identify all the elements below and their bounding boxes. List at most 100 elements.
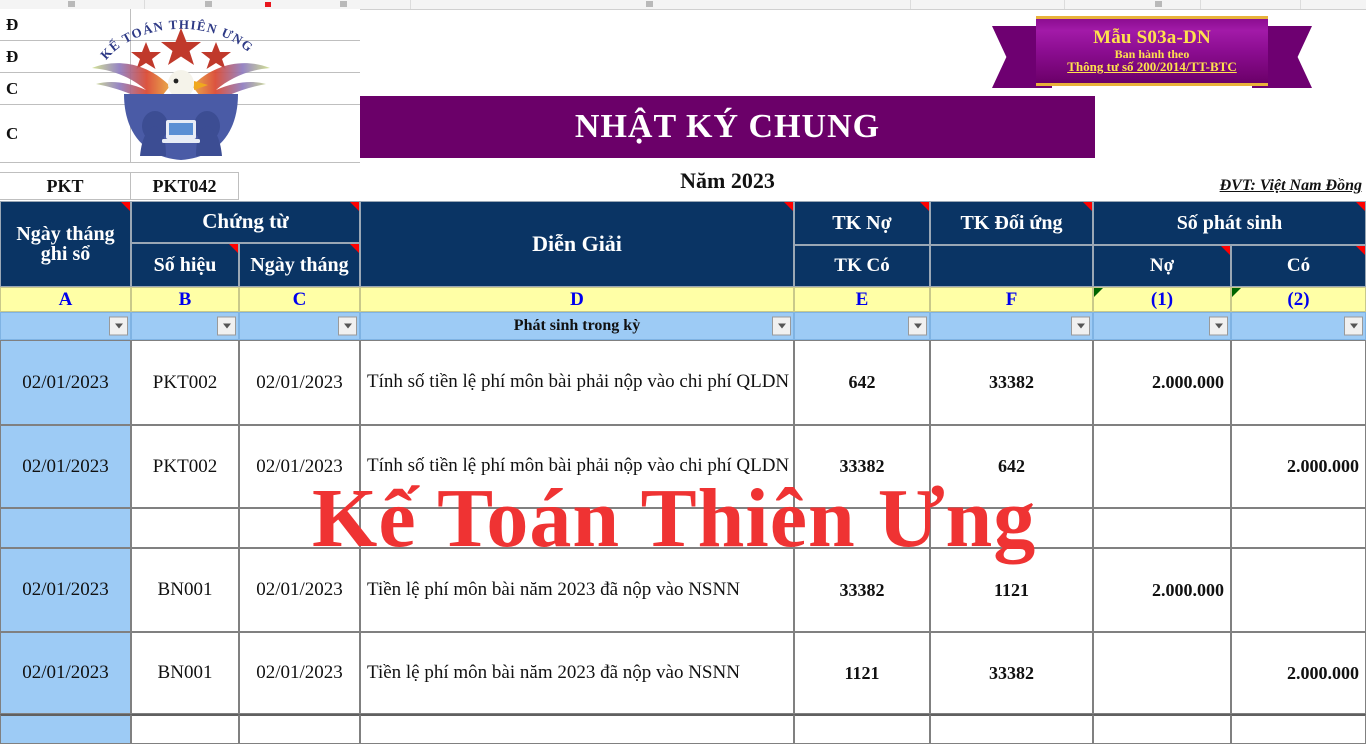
cell-description: Tính số tiền lệ phí môn bài phải nộp vào… <box>367 455 790 477</box>
table-row[interactable]: Tính số tiền lệ phí môn bài phải nộp vào… <box>360 340 794 425</box>
table-row[interactable] <box>239 714 360 744</box>
filter-cell-f[interactable] <box>930 312 1093 340</box>
column-code-c: C <box>239 287 360 312</box>
th-tk-no: TK Nợ <box>794 201 930 245</box>
table-row[interactable] <box>794 714 930 744</box>
column-code-2-label: (2) <box>1287 288 1310 310</box>
filter-cell-c[interactable] <box>239 312 360 340</box>
comment-marker-icon <box>265 2 271 7</box>
filter-dropdown-icon[interactable] <box>772 316 791 336</box>
table-row[interactable]: 02/01/2023 <box>239 340 360 425</box>
table-row[interactable]: 02/01/2023 <box>239 425 360 508</box>
cell-voucher-no: BN001 <box>157 579 213 600</box>
table-row[interactable]: 2.000.000 <box>1231 632 1366 714</box>
comment-marker-icon <box>1083 202 1092 211</box>
table-row[interactable]: 1121 <box>794 632 930 714</box>
table-row[interactable]: PKT002 <box>131 340 239 425</box>
table-row[interactable]: 02/01/2023 <box>239 632 360 714</box>
table-row[interactable] <box>360 508 794 548</box>
table-row[interactable]: Tiền lệ phí môn bài năm 2023 đã nộp vào … <box>360 632 794 714</box>
table-row[interactable]: 2.000.000 <box>1093 548 1231 632</box>
cell-voucher-no: PKT002 <box>152 371 218 393</box>
table-row[interactable]: 2.000.000 <box>1231 425 1366 508</box>
th-voucher-group: Chứng từ <box>131 201 360 243</box>
page-title: NHẬT KÝ CHUNG <box>574 108 881 145</box>
table-row[interactable]: BN001 <box>131 548 239 632</box>
filter-dropdown-icon[interactable] <box>1344 316 1363 336</box>
table-row[interactable] <box>1093 425 1231 508</box>
table-row[interactable] <box>1231 508 1366 548</box>
table-row[interactable]: BN001 <box>131 632 239 714</box>
cell-tk-doi-ung: 33382 <box>989 662 1034 683</box>
table-row[interactable]: 33382 <box>794 548 930 632</box>
th-voucher-no-label: Số hiệu <box>153 253 217 276</box>
table-row[interactable] <box>131 508 239 548</box>
filter-dropdown-icon[interactable] <box>1071 316 1090 336</box>
formula-marker-icon <box>1094 288 1103 297</box>
table-row[interactable]: 02/01/2023 <box>239 548 360 632</box>
th-date-recorded-label: Ngày tháng ghi sổ <box>16 222 115 265</box>
cell-description: Tính số tiền lệ phí môn bài phải nộp vào… <box>367 371 790 393</box>
table-row[interactable]: Tiền lệ phí môn bài năm 2023 đã nộp vào … <box>360 548 794 632</box>
filter-cell-a[interactable] <box>0 312 131 340</box>
th-voucher-date-label: Ngày tháng <box>250 253 349 276</box>
th-voucher-group-label: Chứng từ <box>202 209 289 234</box>
filter-dropdown-icon[interactable] <box>338 316 357 336</box>
table-row[interactable]: PKT002 <box>131 425 239 508</box>
column-code-f-label: F <box>1005 288 1018 310</box>
table-row[interactable]: 33382 <box>930 632 1093 714</box>
cell-tk-no: 33382 <box>839 579 885 600</box>
period-activity-label: Phát sinh trong kỳ <box>513 317 641 334</box>
filter-dropdown-icon[interactable] <box>109 316 128 336</box>
table-row[interactable] <box>1231 714 1366 744</box>
column-code-a: A <box>0 287 131 312</box>
table-row[interactable]: 02/01/2023 <box>0 632 131 714</box>
filter-dropdown-icon[interactable] <box>908 316 927 336</box>
filter-dropdown-icon[interactable] <box>1209 316 1228 336</box>
filter-cell-credit[interactable] <box>1231 312 1366 340</box>
cell-credit: 2.000.000 <box>1287 662 1359 683</box>
table-row[interactable] <box>131 714 239 744</box>
table-row[interactable] <box>794 508 930 548</box>
table-row[interactable]: Tính số tiền lệ phí môn bài phải nộp vào… <box>360 425 794 508</box>
table-row[interactable]: 02/01/2023 <box>0 425 131 508</box>
table-row[interactable]: 02/01/2023 <box>0 340 131 425</box>
spreadsheet-sheet: Đ Đ C C PKT PKT042 KẾ TOÁN THIÊN ƯNG Mẫu… <box>0 0 1366 744</box>
cell-voucher-date: 02/01/2023 <box>256 371 343 393</box>
table-row[interactable]: 02/01/2023 <box>0 548 131 632</box>
table-row[interactable] <box>930 508 1093 548</box>
table-row[interactable] <box>1093 508 1231 548</box>
table-row[interactable] <box>360 714 794 744</box>
table-row[interactable] <box>239 508 360 548</box>
filter-cell-debit[interactable] <box>1093 312 1231 340</box>
ke-toan-thien-ung-eagle-logo: KẾ TOÁN THIÊN ƯNG <box>62 8 300 168</box>
table-row[interactable]: 2.000.000 <box>1093 340 1231 425</box>
th-amount-credit-label: Có <box>1286 255 1311 277</box>
cell-tk-no: 642 <box>848 372 876 392</box>
table-row[interactable]: 642 <box>930 425 1093 508</box>
table-row[interactable] <box>0 714 131 744</box>
cell-date-recorded: 02/01/2023 <box>22 662 109 683</box>
table-row[interactable] <box>1093 632 1231 714</box>
table-row[interactable] <box>0 508 131 548</box>
filter-cell-description[interactable]: Phát sinh trong kỳ <box>360 312 794 340</box>
table-row[interactable] <box>1231 548 1366 632</box>
table-row[interactable] <box>930 714 1093 744</box>
table-row[interactable]: 33382 <box>794 425 930 508</box>
form-code-ribbon-badge: Mẫu S03a-DN Ban hành theo Thông tư số 20… <box>992 8 1312 94</box>
table-row[interactable]: 33382 <box>930 340 1093 425</box>
table-row[interactable]: 642 <box>794 340 930 425</box>
column-code-d-label: D <box>570 288 584 310</box>
filter-dropdown-icon[interactable] <box>217 316 236 336</box>
voucher-no-cell: PKT042 <box>131 172 239 200</box>
th-tk-no-label: TK Nợ <box>832 211 892 234</box>
table-row[interactable] <box>1093 714 1231 744</box>
th-voucher-no: Số hiệu <box>131 243 239 287</box>
table-row[interactable]: 1121 <box>930 548 1093 632</box>
table-row[interactable] <box>1231 340 1366 425</box>
th-amount-debit-label: Nợ <box>1149 255 1175 277</box>
cell-voucher-date: 02/01/2023 <box>256 455 343 477</box>
filter-cell-e[interactable] <box>794 312 930 340</box>
formula-marker-icon <box>1232 288 1241 297</box>
filter-cell-b[interactable] <box>131 312 239 340</box>
